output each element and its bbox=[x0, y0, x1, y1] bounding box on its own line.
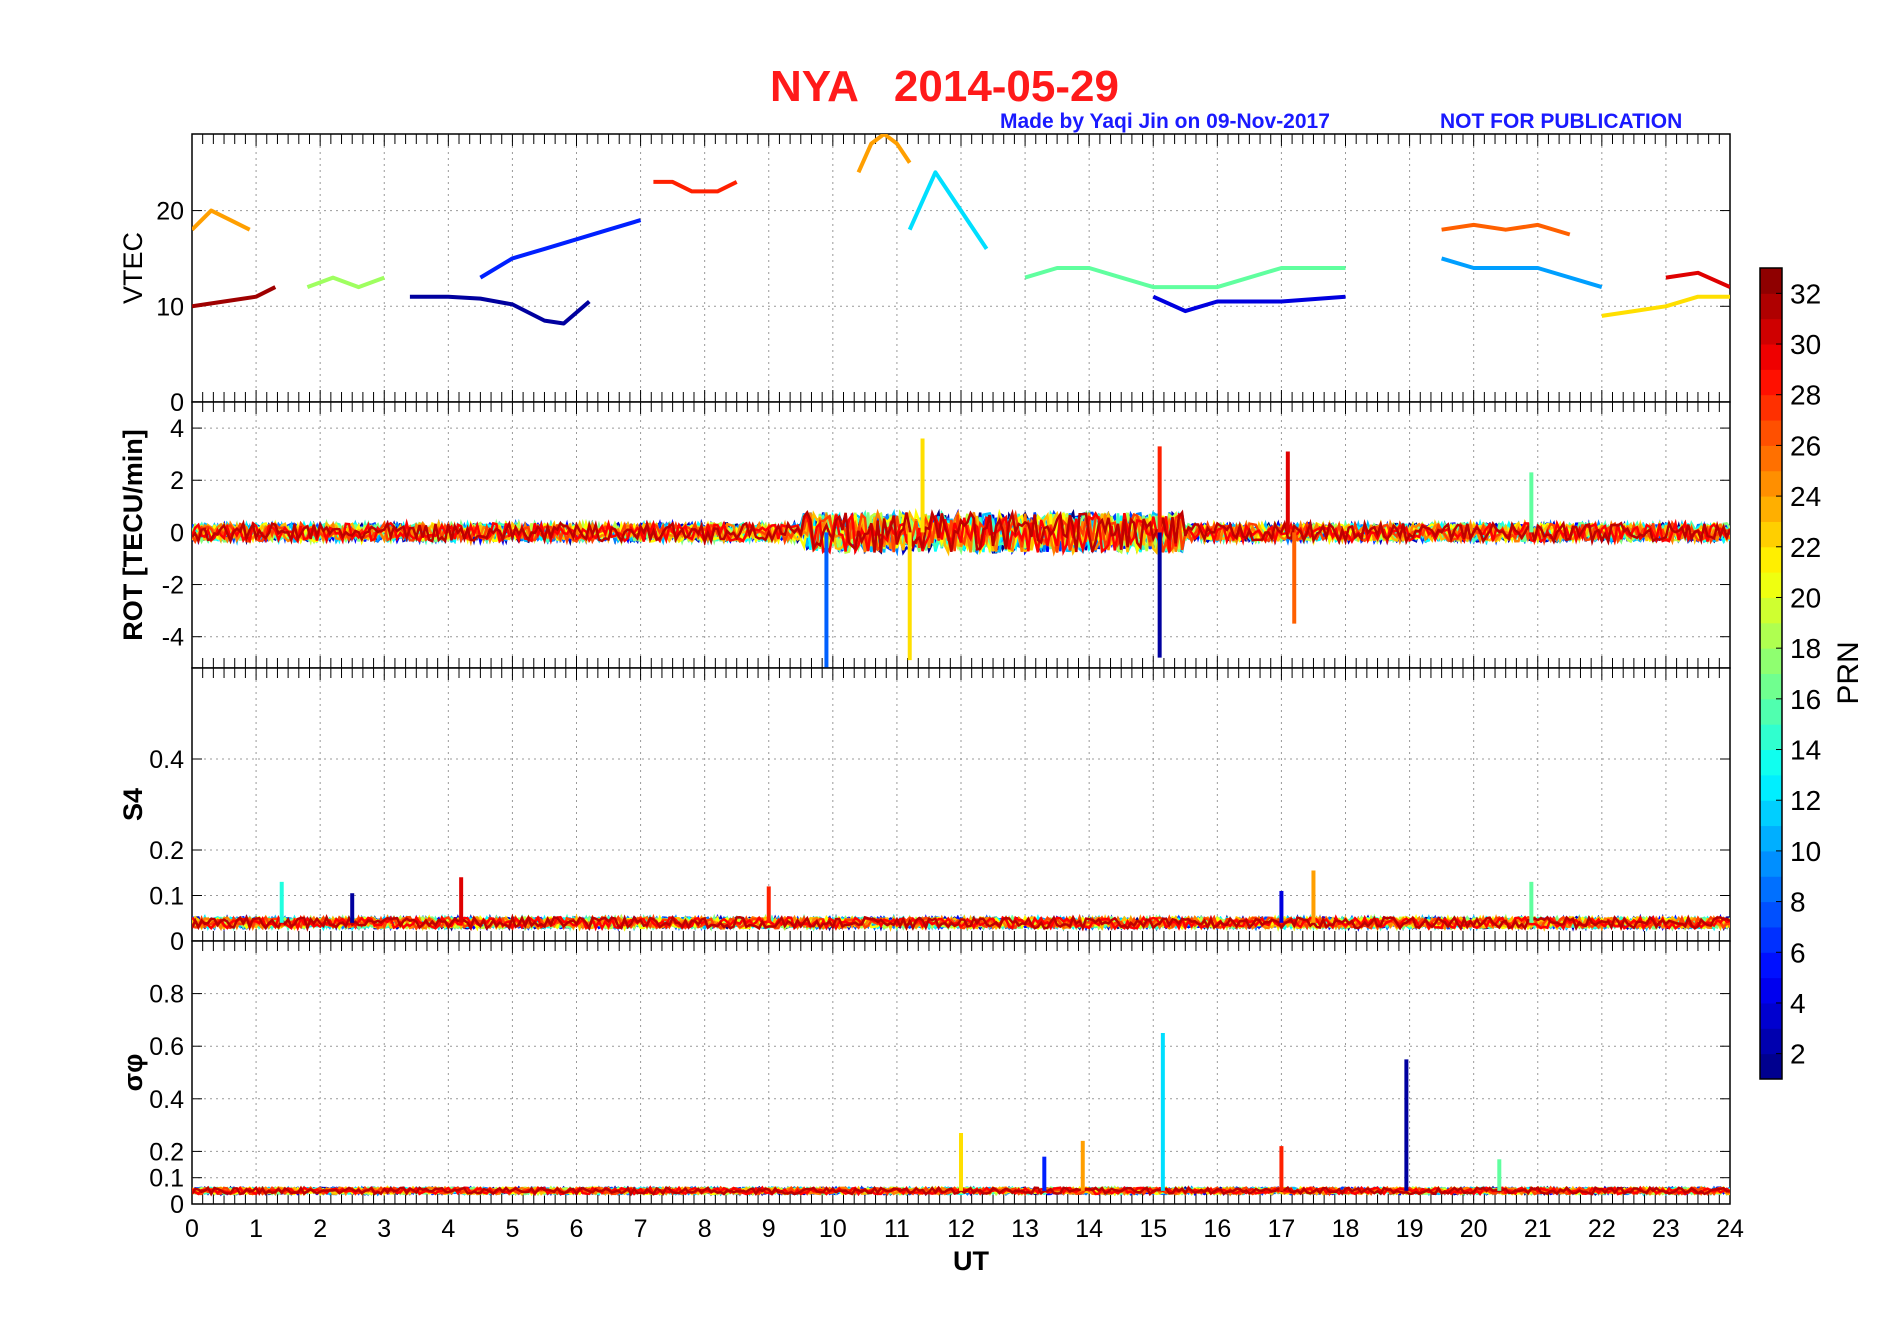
colorbar-tick-label: 6 bbox=[1790, 937, 1806, 968]
colorbar-tick-label: 16 bbox=[1790, 684, 1821, 715]
colorbar-segment bbox=[1760, 572, 1782, 598]
x-tick-label: 4 bbox=[441, 1215, 455, 1243]
colorbar-segment bbox=[1760, 724, 1782, 751]
colorbar-segment bbox=[1760, 876, 1782, 903]
x-axis-label: UT bbox=[953, 1246, 989, 1276]
y-tick-label: 0 bbox=[170, 928, 184, 956]
colorbar-segment bbox=[1760, 470, 1782, 497]
colorbar-segment bbox=[1760, 698, 1782, 725]
y-tick-label: 10 bbox=[156, 293, 184, 321]
colorbar-tick-label: 4 bbox=[1790, 988, 1806, 1019]
colorbar-segment bbox=[1760, 800, 1782, 827]
x-tick-label: 10 bbox=[819, 1215, 847, 1243]
x-tick-label: 17 bbox=[1268, 1215, 1296, 1243]
y-tick-label: 0.8 bbox=[149, 981, 184, 1009]
colorbar-segment bbox=[1760, 774, 1782, 801]
colorbar-tick-label: 26 bbox=[1790, 430, 1821, 461]
y-tick-label: 0 bbox=[170, 519, 184, 547]
x-tick-label: 20 bbox=[1460, 1215, 1488, 1243]
colorbar-tick-label: 30 bbox=[1790, 329, 1821, 360]
y-tick-label: 0 bbox=[170, 389, 184, 417]
colorbar-segment bbox=[1760, 648, 1782, 674]
colorbar-tick-label: 24 bbox=[1790, 481, 1821, 512]
colorbar-segment bbox=[1760, 850, 1782, 877]
colorbar-segment bbox=[1760, 901, 1782, 928]
x-tick-label: 22 bbox=[1588, 1215, 1616, 1243]
colorbar-segment bbox=[1760, 597, 1782, 624]
x-tick-label: 15 bbox=[1139, 1215, 1167, 1243]
x-tick-label: 8 bbox=[698, 1215, 712, 1243]
colorbar-segment bbox=[1760, 318, 1782, 345]
y-axis-label: S4 bbox=[118, 788, 148, 821]
colorbar-tick-label: 10 bbox=[1790, 836, 1821, 867]
colorbar-tick-label: 18 bbox=[1790, 633, 1821, 664]
x-tick-label: 23 bbox=[1652, 1215, 1680, 1243]
y-tick-label: -4 bbox=[162, 624, 184, 652]
colorbar-tick-label: 28 bbox=[1790, 380, 1821, 411]
colorbar-tick-label: 8 bbox=[1790, 887, 1806, 918]
colorbar-tick-label: 12 bbox=[1790, 785, 1821, 816]
x-tick-label: 0 bbox=[185, 1215, 199, 1243]
x-tick-label: 21 bbox=[1524, 1215, 1552, 1243]
colorbar-segment bbox=[1760, 1053, 1782, 1080]
y-tick-label: 0.1 bbox=[149, 1165, 184, 1193]
colorbar-label: PRN bbox=[1832, 641, 1865, 704]
y-axis-label: ROT [TECU/min] bbox=[118, 429, 148, 640]
colorbar-tick-label: 14 bbox=[1790, 735, 1821, 766]
colorbar-segment bbox=[1760, 369, 1782, 396]
y-axis-label: σφ bbox=[118, 1054, 148, 1092]
colorbar-tick-label: 32 bbox=[1790, 278, 1821, 309]
colorbar-segment bbox=[1760, 622, 1782, 649]
y-tick-label: -2 bbox=[162, 572, 184, 600]
x-tick-label: 5 bbox=[505, 1215, 519, 1243]
colorbar-tick-label: 20 bbox=[1790, 582, 1821, 613]
x-tick-label: 3 bbox=[377, 1215, 391, 1243]
x-tick-label: 19 bbox=[1396, 1215, 1424, 1243]
x-tick-label: 24 bbox=[1716, 1215, 1744, 1243]
axes-s4 bbox=[191, 667, 1731, 942]
colorbar-segment bbox=[1760, 546, 1782, 573]
x-tick-label: 18 bbox=[1332, 1215, 1360, 1243]
colorbar-segment bbox=[1760, 445, 1782, 472]
x-tick-label: 11 bbox=[884, 1215, 910, 1243]
x-tick-label: 13 bbox=[1011, 1215, 1039, 1243]
y-tick-label: 0.4 bbox=[149, 1086, 184, 1114]
colorbar-segment bbox=[1760, 496, 1782, 522]
y-tick-label: 4 bbox=[170, 415, 184, 443]
colorbar-segment bbox=[1760, 1002, 1782, 1029]
y-tick-label: 0.1 bbox=[149, 883, 184, 911]
colorbar-segment bbox=[1760, 1028, 1782, 1055]
y-tick-label: 0.2 bbox=[149, 1138, 184, 1166]
y-tick-label: 20 bbox=[156, 198, 184, 226]
x-tick-label: 14 bbox=[1075, 1215, 1103, 1243]
y-tick-label: 0.6 bbox=[149, 1033, 184, 1061]
colorbar-segment bbox=[1760, 673, 1782, 700]
colorbar-segment bbox=[1760, 293, 1782, 320]
colorbar-segment bbox=[1760, 952, 1782, 979]
colorbar-segment bbox=[1760, 926, 1782, 953]
plot-area: 01020VTEC-4-2024ROT [TECU/min]00.10.20.4… bbox=[118, 133, 1865, 1276]
colorbar-tick-label: 2 bbox=[1790, 1039, 1806, 1070]
colorbar-segment bbox=[1760, 344, 1782, 370]
colorbar-segment bbox=[1760, 268, 1782, 294]
y-tick-label: 0.2 bbox=[149, 837, 184, 865]
x-tick-label: 12 bbox=[947, 1215, 975, 1243]
colorbar-segment bbox=[1760, 521, 1782, 548]
y-tick-label: 2 bbox=[170, 467, 184, 495]
colorbar-segment bbox=[1760, 420, 1782, 446]
y-axis-label: VTEC bbox=[118, 232, 148, 304]
colorbar-segment bbox=[1760, 825, 1782, 852]
colorbar-segment bbox=[1760, 394, 1782, 421]
x-tick-label: 7 bbox=[634, 1215, 648, 1243]
colorbar-tick-label: 22 bbox=[1790, 532, 1821, 563]
colorbar-segment bbox=[1760, 749, 1782, 776]
x-tick-label: 2 bbox=[313, 1215, 327, 1243]
x-tick-label: 16 bbox=[1203, 1215, 1231, 1243]
x-tick-label: 9 bbox=[762, 1215, 776, 1243]
y-tick-label: 0 bbox=[170, 1191, 184, 1219]
x-tick-label: 1 bbox=[249, 1215, 263, 1243]
x-tick-label: 6 bbox=[570, 1215, 584, 1243]
y-tick-label: 0.4 bbox=[149, 746, 184, 774]
colorbar-segment bbox=[1760, 977, 1782, 1004]
